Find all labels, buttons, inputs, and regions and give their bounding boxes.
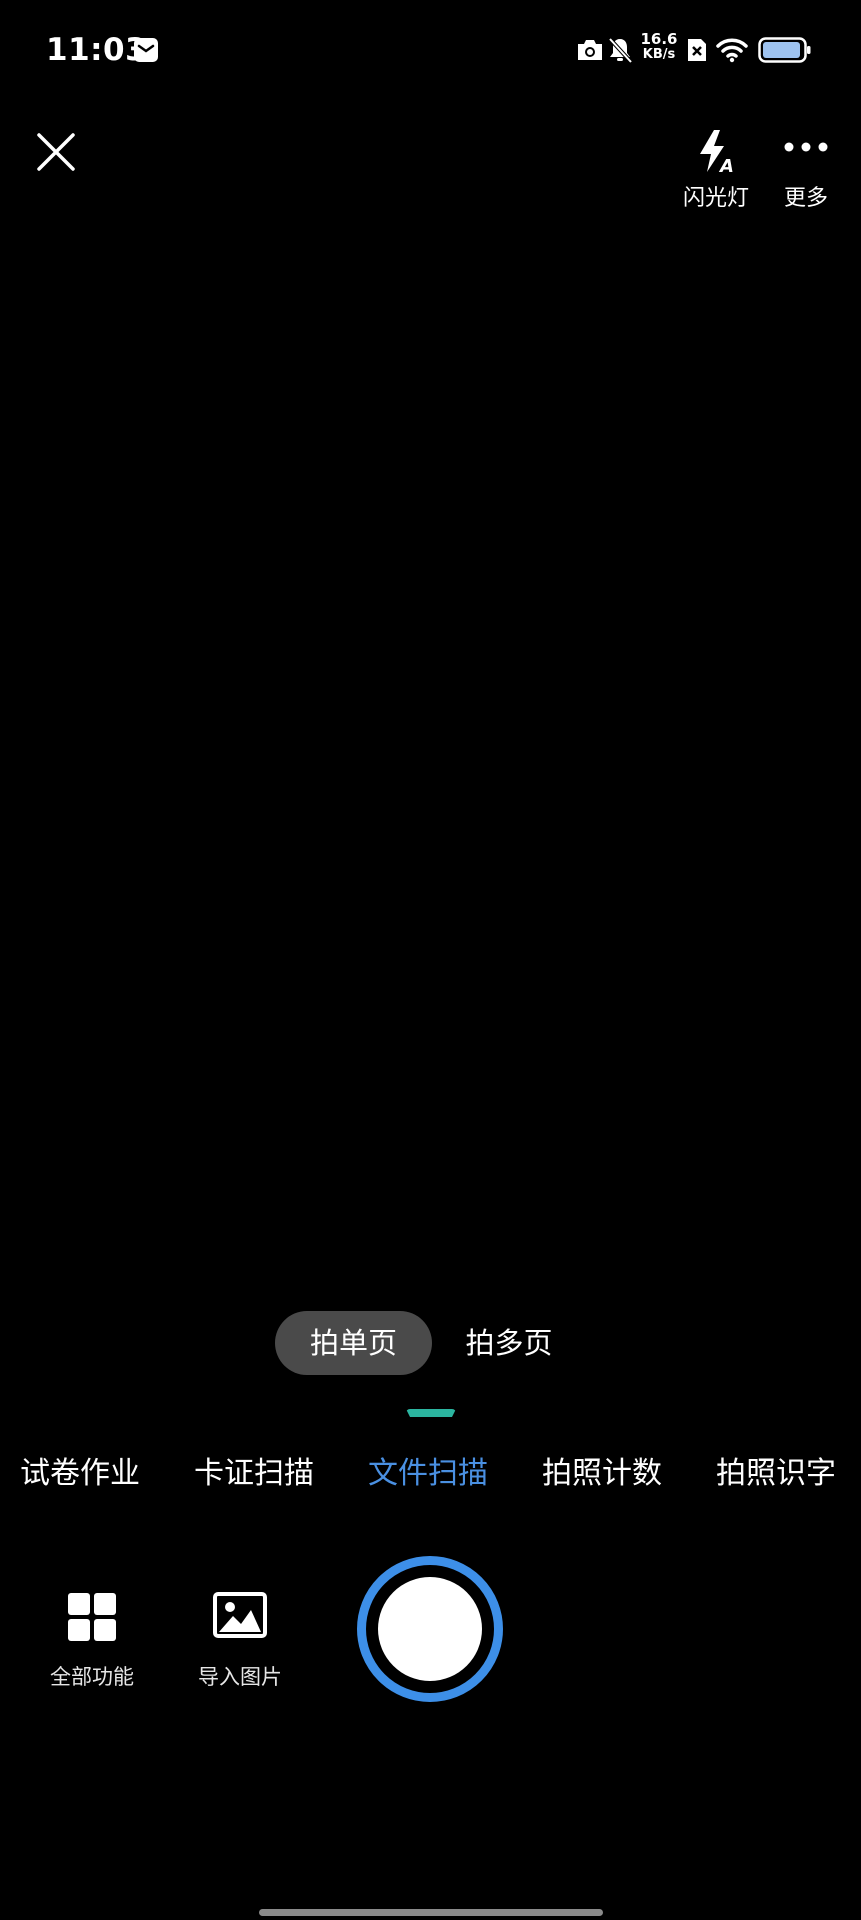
shutter-button[interactable] <box>357 1556 503 1702</box>
home-indicator[interactable] <box>259 1909 603 1916</box>
wifi-icon <box>716 38 748 63</box>
flash-label: 闪光灯 <box>682 186 749 211</box>
grid-icon <box>68 1593 116 1641</box>
multi-page-mode-button[interactable]: 拍多页 <box>450 1311 568 1375</box>
flash-auto-icon: A <box>700 130 734 176</box>
close-button[interactable] <box>34 130 78 174</box>
tab-photo-count[interactable]: 拍照计数 <box>542 1450 662 1498</box>
single-page-mode-button[interactable]: 拍单页 <box>275 1311 432 1375</box>
message-icon <box>134 38 158 62</box>
shutter-inner <box>378 1577 482 1681</box>
svg-text:A: A <box>718 156 734 176</box>
flash-button[interactable]: A 闪光灯 <box>676 126 756 216</box>
tab-id-card-scan[interactable]: 卡证扫描 <box>194 1450 314 1498</box>
camera-viewfinder[interactable] <box>0 220 861 1280</box>
sim-off-icon <box>688 39 706 61</box>
close-icon <box>37 133 75 171</box>
all-features-button[interactable]: 全部功能 <box>37 1592 147 1702</box>
import-image-button[interactable]: 导入图片 <box>185 1592 295 1702</box>
network-speed: 16.6 KB/s <box>640 31 678 63</box>
network-speed-value: 16.6 <box>640 30 678 48</box>
network-speed-unit: KB/s <box>642 47 676 62</box>
status-time: 11:03 <box>46 32 148 68</box>
active-tab-indicator <box>406 1409 456 1417</box>
more-dots-icon <box>784 142 828 152</box>
more-label: 更多 <box>783 186 828 211</box>
image-icon <box>213 1592 267 1638</box>
more-button[interactable]: 更多 <box>770 126 842 216</box>
camera-icon <box>578 40 602 60</box>
tab-photo-ocr[interactable]: 拍照识字 <box>716 1450 836 1498</box>
tab-exam-homework[interactable]: 试卷作业 <box>20 1450 140 1498</box>
all-features-label: 全部功能 <box>50 1665 134 1689</box>
import-image-label: 导入图片 <box>198 1665 282 1689</box>
tab-document-scan[interactable]: 文件扫描 <box>368 1450 488 1498</box>
mute-bell-icon <box>608 37 633 64</box>
battery-icon <box>758 37 811 63</box>
